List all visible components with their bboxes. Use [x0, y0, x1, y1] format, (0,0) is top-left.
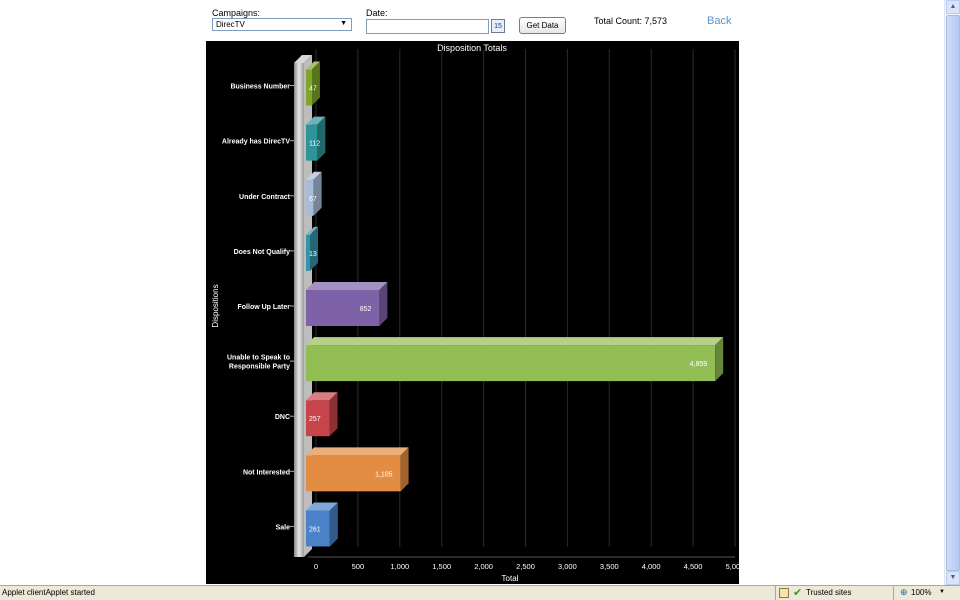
x-tick-label: 2,000: [474, 562, 493, 571]
category-label: DNC: [275, 414, 290, 421]
x-tick-label: 2,500: [516, 562, 535, 571]
category-label: Not Interested: [243, 469, 290, 476]
category-label: Sale: [276, 524, 291, 531]
scroll-down-icon[interactable]: ▼: [946, 571, 960, 585]
x-tick-label: 4,500: [684, 562, 703, 571]
x-tick-label: 3,000: [558, 562, 577, 571]
bar-top: [306, 337, 724, 346]
x-tick-label: 500: [352, 562, 365, 571]
page-viewport: Campaigns: DirecTV ▼ Date: 15 Get Data T…: [0, 0, 944, 585]
status-bar: Applet clientApplet started ✔ Trusted si…: [0, 585, 960, 600]
chevron-down-icon[interactable]: ▼: [939, 589, 945, 595]
vertical-scrollbar[interactable]: ▲ ▼: [944, 0, 960, 585]
x-tick-label: 1,500: [432, 562, 451, 571]
category-label: Business Number: [230, 84, 290, 91]
category-label: Under Contract: [239, 194, 291, 201]
date-input[interactable]: [366, 19, 489, 34]
data-label: 852: [360, 306, 372, 313]
data-label: 257: [309, 416, 321, 423]
data-label: 261: [309, 526, 321, 533]
check-icon: ✔: [793, 587, 803, 599]
data-label: 1,105: [375, 471, 393, 478]
category-label: Unable to Speak to: [227, 355, 290, 362]
bar-top: [306, 447, 409, 456]
category-label: Follow Up Later: [238, 304, 291, 311]
date-label: Date:: [366, 8, 388, 18]
category-label: Does Not Qualify: [234, 249, 291, 256]
x-tick-label: 4,000: [642, 562, 661, 571]
data-label: 112: [309, 141, 320, 148]
campaigns-label: Campaigns:: [212, 8, 261, 18]
trusted-sites-label: Trusted sites: [806, 588, 852, 597]
total-count: Total Count: 7,573: [594, 16, 668, 26]
data-label: 4,859: [690, 361, 708, 368]
status-divider: [893, 586, 894, 600]
get-data-button[interactable]: Get Data: [519, 17, 566, 34]
chart-title: Disposition Totals: [437, 43, 507, 53]
bar-top: [306, 282, 388, 290]
chart-svg: Disposition Totals 0 500 1,000 1,500 2,000 2,5…: [211, 43, 739, 583]
back-link[interactable]: Back: [707, 15, 731, 27]
x-axis-title: Total: [502, 574, 519, 583]
disposition-chart: Disposition Totals 0 500 1,000 1,500 2,000 2,5…: [206, 41, 739, 584]
x-tick-label: 1,000: [390, 562, 409, 571]
status-divider: [775, 586, 776, 600]
x-tick-label: 5,000: [726, 562, 739, 571]
zoom-level[interactable]: 100%: [911, 588, 931, 597]
scroll-thumb[interactable]: [946, 15, 960, 571]
calendar-icon[interactable]: 15: [491, 19, 505, 33]
campaign-select-value: DirecTV: [216, 20, 245, 29]
category-label: Responsible Party: [229, 364, 290, 371]
zoom-icon[interactable]: ⊕: [900, 587, 908, 598]
x-tick-label: 0: [314, 562, 318, 571]
y-axis-pole: [294, 63, 304, 557]
security-icon: [779, 588, 789, 598]
y-axis-title: Dispositions: [211, 284, 220, 327]
scroll-up-icon[interactable]: ▲: [946, 0, 960, 14]
campaign-select[interactable]: DirecTV ▼: [212, 18, 352, 31]
bar: [306, 345, 716, 382]
data-label: 47: [309, 86, 317, 93]
data-label: 13: [309, 251, 317, 258]
category-label: Already has DirecTV: [222, 139, 290, 146]
chevron-down-icon[interactable]: ▼: [340, 20, 347, 27]
x-tick-label: 3,500: [600, 562, 619, 571]
data-label: 67: [309, 196, 317, 203]
status-text: Applet clientApplet started: [2, 588, 95, 597]
